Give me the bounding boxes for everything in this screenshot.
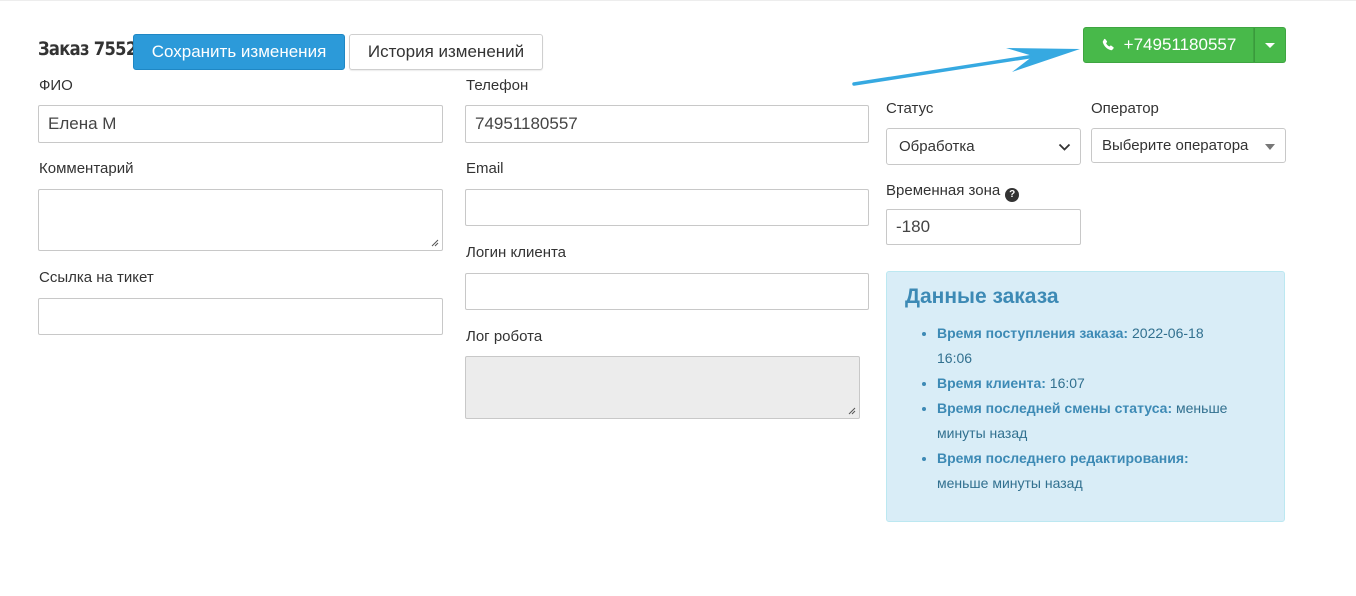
list-item: Время последней смены статуса: меньше ми… xyxy=(937,396,1237,446)
caret-down-icon xyxy=(1265,143,1275,150)
call-options-dropdown[interactable] xyxy=(1254,27,1286,63)
order-info-panel: Данные заказа Время поступления заказа: … xyxy=(886,271,1285,522)
operator-select[interactable]: Выберите оператора xyxy=(1091,128,1286,163)
order-info-title: Данные заказа xyxy=(905,285,1059,308)
order-info-list: Время поступления заказа: 2022-06-18 16:… xyxy=(907,321,1237,496)
timezone-value: -180 xyxy=(896,217,931,236)
resize-handle-icon[interactable] xyxy=(431,239,439,247)
ticket-link-input[interactable] xyxy=(38,298,443,335)
list-item: Время клиента: 16:07 xyxy=(937,371,1237,396)
call-button[interactable]: +74951180557 xyxy=(1083,27,1254,63)
resize-handle-icon xyxy=(848,407,856,415)
page-title: Заказ 7552 xyxy=(38,38,137,60)
comment-label: Комментарий xyxy=(39,160,134,177)
robot-log-textarea xyxy=(465,356,860,419)
email-input[interactable] xyxy=(465,189,869,226)
annotation-arrow-icon xyxy=(852,48,1080,86)
chevron-down-icon xyxy=(1058,143,1071,151)
fio-label: ФИО xyxy=(39,77,73,94)
list-item: Время последнего редактирования: меньше … xyxy=(937,446,1237,496)
fio-value: Елена М xyxy=(48,114,117,133)
phone-input[interactable]: 74951180557 xyxy=(465,105,869,143)
change-history-button[interactable]: История изменений xyxy=(349,34,543,70)
call-button-group: +74951180557 xyxy=(1083,27,1286,63)
status-select[interactable]: Обработка xyxy=(886,128,1081,165)
info-value: 16:07 xyxy=(1049,375,1085,391)
operator-value: Выберите оператора xyxy=(1102,137,1249,154)
status-label: Статус xyxy=(886,100,934,117)
caret-down-icon xyxy=(1265,42,1275,48)
call-number-label: +74951180557 xyxy=(1123,35,1237,54)
fio-input[interactable]: Елена М xyxy=(38,105,443,143)
phone-value: 74951180557 xyxy=(475,114,578,133)
info-label: Время последней смены статуса: xyxy=(937,400,1173,416)
timezone-label-text: Временная зона xyxy=(886,182,1001,199)
phone-label: Телефон xyxy=(466,77,529,94)
info-value: меньше минуты назад xyxy=(937,475,1083,491)
save-changes-button[interactable]: Сохранить изменения xyxy=(133,34,345,70)
phone-icon xyxy=(1102,38,1114,51)
help-icon[interactable]: ? xyxy=(1005,187,1020,202)
client-login-input[interactable] xyxy=(465,273,869,310)
ticket-link-label: Ссылка на тикет xyxy=(39,269,154,286)
info-label: Время клиента: xyxy=(937,375,1046,391)
email-label: Email xyxy=(466,160,504,177)
top-divider xyxy=(0,0,1356,1)
list-item: Время поступления заказа: 2022-06-18 16:… xyxy=(937,321,1237,371)
info-label: Время последнего редактирования: xyxy=(937,450,1189,466)
operator-label: Оператор xyxy=(1091,100,1159,117)
robot-log-label: Лог робота xyxy=(466,328,543,345)
timezone-input[interactable]: -180 xyxy=(886,209,1081,245)
client-login-label: Логин клиента xyxy=(466,244,567,261)
status-value: Обработка xyxy=(899,138,975,155)
info-label: Время поступления заказа: xyxy=(937,325,1129,341)
comment-textarea[interactable] xyxy=(38,189,443,251)
timezone-label: Временная зона? xyxy=(886,182,1020,202)
